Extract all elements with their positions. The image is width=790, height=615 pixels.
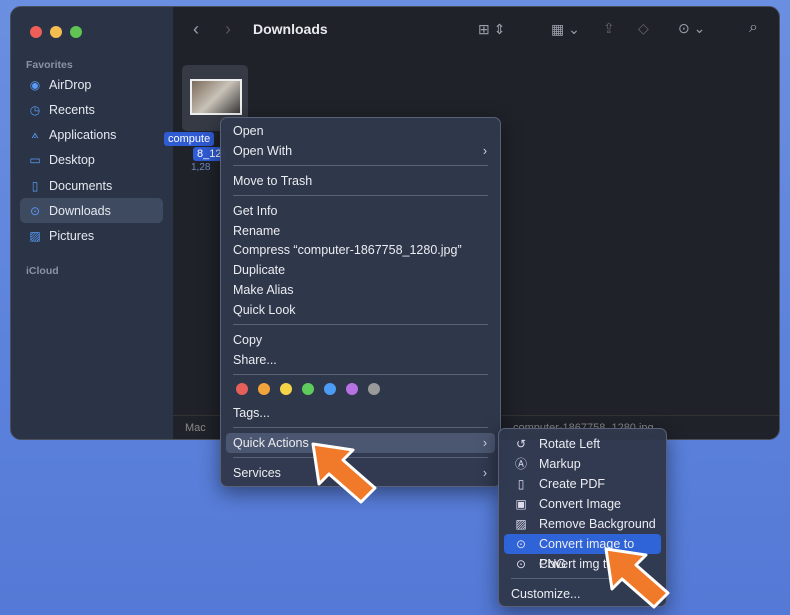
menu-item-compress[interactable]: Compress “computer-1867758_1280.jpg”: [226, 240, 495, 260]
tag-blue[interactable]: [324, 383, 336, 395]
sidebar-item-airdrop[interactable]: ◉ AirDrop: [20, 72, 163, 97]
tag-yellow[interactable]: [280, 383, 292, 395]
tag-gray[interactable]: [368, 383, 380, 395]
tag-orange[interactable]: [258, 383, 270, 395]
image-thumbnail: [190, 79, 242, 115]
sidebar-item-documents[interactable]: ▯ Documents: [20, 173, 163, 198]
chevron-right-icon: ›: [482, 466, 487, 480]
divider: [233, 374, 488, 375]
forward-button[interactable]: ›: [225, 19, 231, 40]
sidebar: Favorites ◉ AirDrop ◷ Recents ⟑ Application…: [11, 7, 173, 439]
window-title: Downloads: [253, 21, 328, 37]
icon-view-button[interactable]: ⊞ ⇕: [478, 21, 505, 38]
menu-item-rotate-left[interactable]: ↺ Rotate Left: [504, 434, 661, 454]
tag-colors: [236, 383, 380, 395]
menu-item-remove-background[interactable]: ▨ Remove Background: [504, 514, 661, 534]
menu-item-convert-image[interactable]: ▣ Convert Image: [504, 494, 661, 514]
menu-item-rename[interactable]: Rename: [226, 221, 495, 241]
menu-item-label: Quick Actions: [233, 436, 309, 450]
rotate-left-icon: ↺: [515, 437, 527, 451]
menu-item-get-info[interactable]: Get Info: [226, 201, 495, 221]
menu-item-make-alias[interactable]: Make Alias: [226, 280, 495, 300]
menu-item-share[interactable]: Share...: [226, 350, 495, 370]
sidebar-item-label: Documents: [49, 178, 113, 193]
menu-item-open-with[interactable]: Open With ›: [226, 141, 495, 161]
sidebar-item-label: Recents: [49, 102, 95, 117]
file-name[interactable]: compute: [164, 132, 215, 146]
divider: [233, 195, 488, 196]
airdrop-icon: ◉: [29, 77, 41, 92]
menu-item-duplicate[interactable]: Duplicate: [226, 260, 495, 280]
window-controls: [30, 26, 82, 38]
menu-item-copy[interactable]: Copy: [226, 330, 495, 350]
menu-item-label: Markup: [539, 457, 581, 471]
menu-item-label: Create PDF: [539, 477, 605, 491]
document-icon: ▯: [31, 178, 39, 193]
sidebar-item-label: Applications: [49, 127, 117, 142]
sidebar-item-recents[interactable]: ◷ Recents: [20, 97, 163, 122]
markup-icon: Ⓐ: [514, 457, 527, 471]
sidebar-item-desktop[interactable]: ▭ Desktop: [20, 147, 163, 172]
search-icon[interactable]: ⌕: [749, 19, 758, 37]
toolbar: ‹ › Downloads ⊞ ⇕ ▦ ⌄ ⇪ ◇ ⊙ ⌄ ⌕: [173, 7, 779, 53]
favorites-heading: Favorites: [26, 59, 73, 71]
chevron-right-icon: ›: [482, 436, 487, 450]
menu-item-quick-look[interactable]: Quick Look: [226, 300, 495, 320]
group-button[interactable]: ▦ ⌄: [551, 21, 580, 38]
tag-purple[interactable]: [346, 383, 358, 395]
sidebar-item-label: Pictures: [49, 228, 95, 243]
image-icon: ▣: [515, 497, 527, 511]
menu-item-label: Remove Background: [539, 517, 656, 531]
ellipsis-circle-icon: ⊙: [515, 537, 527, 551]
desktop-icon: ▭: [29, 152, 41, 167]
menu-item-open[interactable]: Open: [226, 121, 495, 141]
close-button[interactable]: [30, 26, 42, 38]
back-button[interactable]: ‹: [193, 19, 199, 40]
more-actions-button[interactable]: ⊙ ⌄: [678, 20, 705, 37]
pointer-arrow-quick-actions: [311, 442, 377, 504]
minimize-button[interactable]: [50, 26, 62, 38]
divider: [233, 165, 488, 166]
tag-green[interactable]: [302, 383, 314, 395]
menu-item-move-to-trash[interactable]: Move to Trash: [226, 171, 495, 191]
file-size: 1,28: [191, 162, 211, 173]
applications-icon: ⟑: [31, 127, 39, 141]
menu-item-label: Convert Image: [539, 497, 621, 511]
menu-item-label: Rotate Left: [539, 437, 601, 451]
image-icon: ▨: [515, 517, 527, 531]
tag-icon[interactable]: ◇: [638, 20, 649, 37]
sidebar-item-label: Downloads: [49, 203, 111, 218]
sidebar-item-applications[interactable]: ⟑ Applications: [20, 122, 163, 147]
icloud-heading: iCloud: [26, 265, 59, 277]
pdf-icon: ▯: [517, 477, 525, 491]
divider: [233, 427, 488, 428]
path-disk[interactable]: Mac: [185, 422, 206, 434]
clock-icon: ◷: [29, 102, 41, 117]
pictures-icon: ▨: [29, 228, 41, 243]
download-icon: ⊙: [29, 203, 41, 218]
divider: [233, 324, 488, 325]
menu-item-tags[interactable]: Tags...: [226, 403, 495, 423]
chevron-right-icon: ›: [482, 144, 487, 158]
zoom-button[interactable]: [70, 26, 82, 38]
pointer-arrow-convert-png: [604, 547, 670, 609]
menu-item-label: Services: [233, 466, 281, 480]
menu-item-create-pdf[interactable]: ▯ Create PDF: [504, 474, 661, 494]
share-icon[interactable]: ⇪: [603, 20, 615, 37]
tag-red[interactable]: [236, 383, 248, 395]
sidebar-item-pictures[interactable]: ▨ Pictures: [20, 223, 163, 248]
sidebar-item-label: AirDrop: [49, 77, 92, 92]
sidebar-item-label: Desktop: [49, 152, 95, 167]
sidebar-item-downloads[interactable]: ⊙ Downloads: [20, 198, 163, 223]
menu-item-label: Open With: [233, 144, 293, 158]
menu-item-markup[interactable]: Ⓐ Markup: [504, 454, 661, 474]
context-menu: Open Open With › Move to Trash Get Info R…: [220, 117, 501, 487]
ellipsis-circle-icon: ⊙: [515, 557, 527, 571]
